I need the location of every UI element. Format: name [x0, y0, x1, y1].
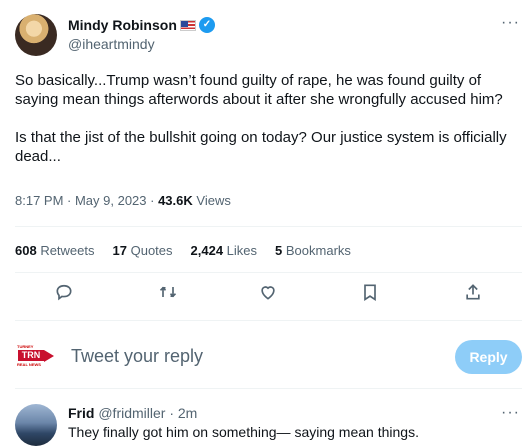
tweet-body: So basically...Trump wasn’t found guilty… — [15, 71, 520, 185]
quotes-label: Quotes — [126, 243, 173, 258]
us-flag-icon — [179, 19, 196, 31]
divider — [15, 388, 522, 389]
quotes-stat[interactable]: 17 Quotes — [113, 243, 173, 258]
retweet-icon[interactable] — [158, 282, 182, 306]
bookmark-icon[interactable] — [360, 282, 384, 306]
author-name-row[interactable]: Mindy Robinson ✓ — [68, 17, 215, 33]
logo-arrow-icon — [44, 350, 54, 362]
quotes-count: 17 — [112, 243, 127, 258]
reply-tweet[interactable]: Frid @fridmiller · 2m They finally got h… — [0, 396, 532, 446]
author-name[interactable]: Mindy Robinson — [68, 17, 177, 33]
divider — [15, 320, 522, 321]
logo-main-text: TRN — [18, 350, 44, 361]
retweets-stat[interactable]: 608 Retweets — [15, 243, 95, 258]
reply-author-name[interactable]: Frid — [68, 405, 94, 421]
tweet-stats: 608 Retweets 17 Quotes 2,424 Likes 5 Boo… — [15, 243, 351, 258]
bookmarks-stat[interactable]: 5 Bookmarks — [275, 243, 351, 258]
author-handle[interactable]: @iheartmindy — [68, 36, 155, 52]
logo-bottom-text: REAL NEWS — [17, 362, 41, 367]
tweet-timestamp: 8:17 PM · May 9, 2023 · 43.6K Views — [15, 193, 231, 208]
retweets-count: 608 — [15, 243, 37, 258]
reply-input[interactable]: Tweet your reply — [71, 346, 203, 367]
likes-count: 2,424 — [190, 243, 224, 258]
verified-badge-icon: ✓ — [198, 17, 215, 33]
reply-avatar[interactable] — [15, 404, 57, 446]
retweets-label: Retweets — [36, 243, 95, 258]
likes-stat[interactable]: 2,424 Likes — [191, 243, 258, 258]
share-icon[interactable] — [463, 282, 487, 306]
tweet-paragraph: Is that the jist of the bullshit going o… — [15, 129, 511, 165]
reply-text: They finally got him on something— sayin… — [68, 424, 419, 440]
logo-top-text: TURNEY — [17, 344, 34, 349]
tweet-time[interactable]: 8:17 PM · May 9, 2023 · — [15, 193, 158, 208]
reply-button[interactable]: Reply — [455, 340, 522, 374]
bookmarks-label: Bookmarks — [282, 243, 351, 258]
reply-icon[interactable] — [54, 282, 78, 306]
like-icon[interactable] — [258, 282, 282, 306]
divider — [15, 226, 522, 227]
reply-more-options-button[interactable]: ··· — [501, 404, 520, 422]
user-logo: TURNEY TRN REAL NEWS — [14, 344, 56, 372]
reply-composer: TURNEY TRN REAL NEWS Tweet your reply Re… — [0, 330, 532, 380]
reply-meta: @fridmiller · 2m — [94, 405, 198, 421]
tweet-actions — [0, 282, 532, 310]
views-label: Views — [192, 193, 231, 208]
reply-header: Frid @fridmiller · 2m — [68, 405, 197, 421]
divider — [15, 272, 522, 273]
more-options-button[interactable]: ··· — [501, 14, 520, 32]
views-count: 43.6K — [158, 193, 193, 208]
tweet-paragraph: So basically...Trump wasn’t found guilty… — [15, 72, 503, 108]
avatar[interactable] — [15, 14, 57, 56]
likes-label: Likes — [223, 243, 258, 258]
